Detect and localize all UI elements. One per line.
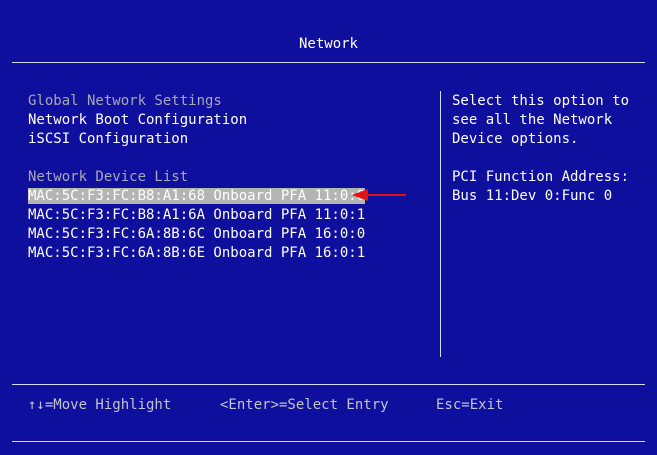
menu-panel: Global Network Settings Network Boot Con… [28, 92, 428, 263]
help-line [452, 149, 647, 168]
key-hint-move: ↑↓=Move Highlight [28, 397, 172, 413]
help-line: Bus 11:Dev 0:Func 0 [452, 188, 613, 204]
menu-item-network-boot-configuration[interactable]: Network Boot Configuration [28, 111, 428, 130]
header-divider [12, 62, 645, 63]
panel-divider [440, 91, 441, 357]
help-line: see all the Network [452, 112, 613, 128]
help-panel: Select this option to see all the Networ… [452, 92, 647, 206]
red-arrow-left-icon [352, 189, 406, 201]
menu-spacer [28, 149, 428, 168]
footer-divider-bottom [12, 441, 645, 442]
help-line: Device options. [452, 131, 579, 147]
device-item[interactable]: MAC:5C:F3:FC:6A:8B:6E Onboard PFA 16:0:1 [28, 244, 428, 263]
key-hint-exit: Esc=Exit [436, 397, 504, 413]
key-help-bar: ↑↓=Move Highlight <Enter>=Select Entry E… [0, 396, 657, 414]
menu-item-global-network-settings[interactable]: Global Network Settings [28, 92, 428, 111]
bios-screen: Network Global Network Settings Network … [0, 0, 657, 455]
device-item[interactable]: MAC:5C:F3:FC:6A:8B:6C Onboard PFA 16:0:0 [28, 225, 428, 244]
device-list-heading: Network Device List [28, 169, 189, 185]
device-item-label: MAC:5C:F3:FC:B8:A1:68 Onboard PFA 11:0:0 [28, 188, 366, 204]
help-line: Select this option to [452, 93, 630, 109]
device-item[interactable]: MAC:5C:F3:FC:B8:A1:6A Onboard PFA 11:0:1 [28, 206, 428, 225]
key-hint-select: <Enter>=Select Entry [220, 397, 389, 413]
footer-divider-top [12, 384, 645, 385]
menu-item-iscsi-configuration[interactable]: iSCSI Configuration [28, 130, 428, 149]
page-title: Network [298, 36, 358, 52]
help-line: PCI Function Address: [452, 169, 630, 185]
